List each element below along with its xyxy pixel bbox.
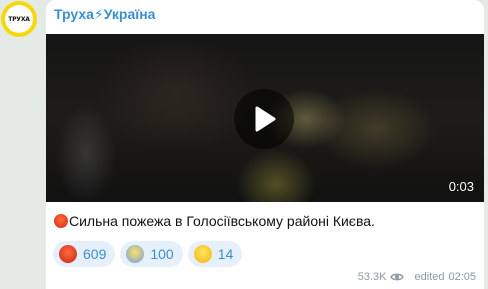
message-text: Сильна пожежа в Голосіївському районі Ки… — [69, 213, 375, 229]
reaction-count: 100 — [150, 246, 174, 262]
avatar-logo: ТРУХА — [5, 5, 33, 33]
message-meta: 53.3K edited 02:05 — [358, 271, 476, 283]
channel-name[interactable]: Труха⚡Україна — [54, 6, 155, 23]
video-duration: 0:03 — [448, 179, 474, 194]
message-bubble: Труха⚡Україна 0:03 Сильна пожежа в Голос… — [46, 0, 484, 289]
confused-face-icon — [193, 245, 212, 263]
play-button[interactable] — [234, 89, 294, 149]
message-time: 02:05 — [448, 271, 476, 283]
reaction-scream[interactable]: 100 — [120, 241, 183, 267]
play-icon — [255, 106, 276, 132]
eye-icon — [390, 273, 405, 281]
rage-emoji-icon — [54, 214, 68, 228]
screaming-face-icon — [126, 245, 145, 263]
avatar-logo-text: ТРУХА — [8, 15, 30, 23]
reaction-confused[interactable]: 14 — [187, 241, 243, 267]
reactions-bar: 609 100 14 — [53, 241, 243, 267]
reaction-count: 609 — [83, 246, 107, 262]
edited-label: edited — [414, 271, 445, 283]
reaction-rage[interactable]: 609 — [53, 241, 116, 267]
channel-avatar[interactable]: ТРУХА — [1, 1, 37, 37]
rage-face-icon — [59, 245, 77, 263]
reaction-count: 14 — [217, 246, 234, 262]
view-count: 53.3K — [357, 271, 387, 283]
message-text-row: Сильна пожежа в Голосіївському районі Ки… — [54, 213, 375, 229]
video-thumbnail[interactable]: 0:03 — [46, 34, 484, 202]
